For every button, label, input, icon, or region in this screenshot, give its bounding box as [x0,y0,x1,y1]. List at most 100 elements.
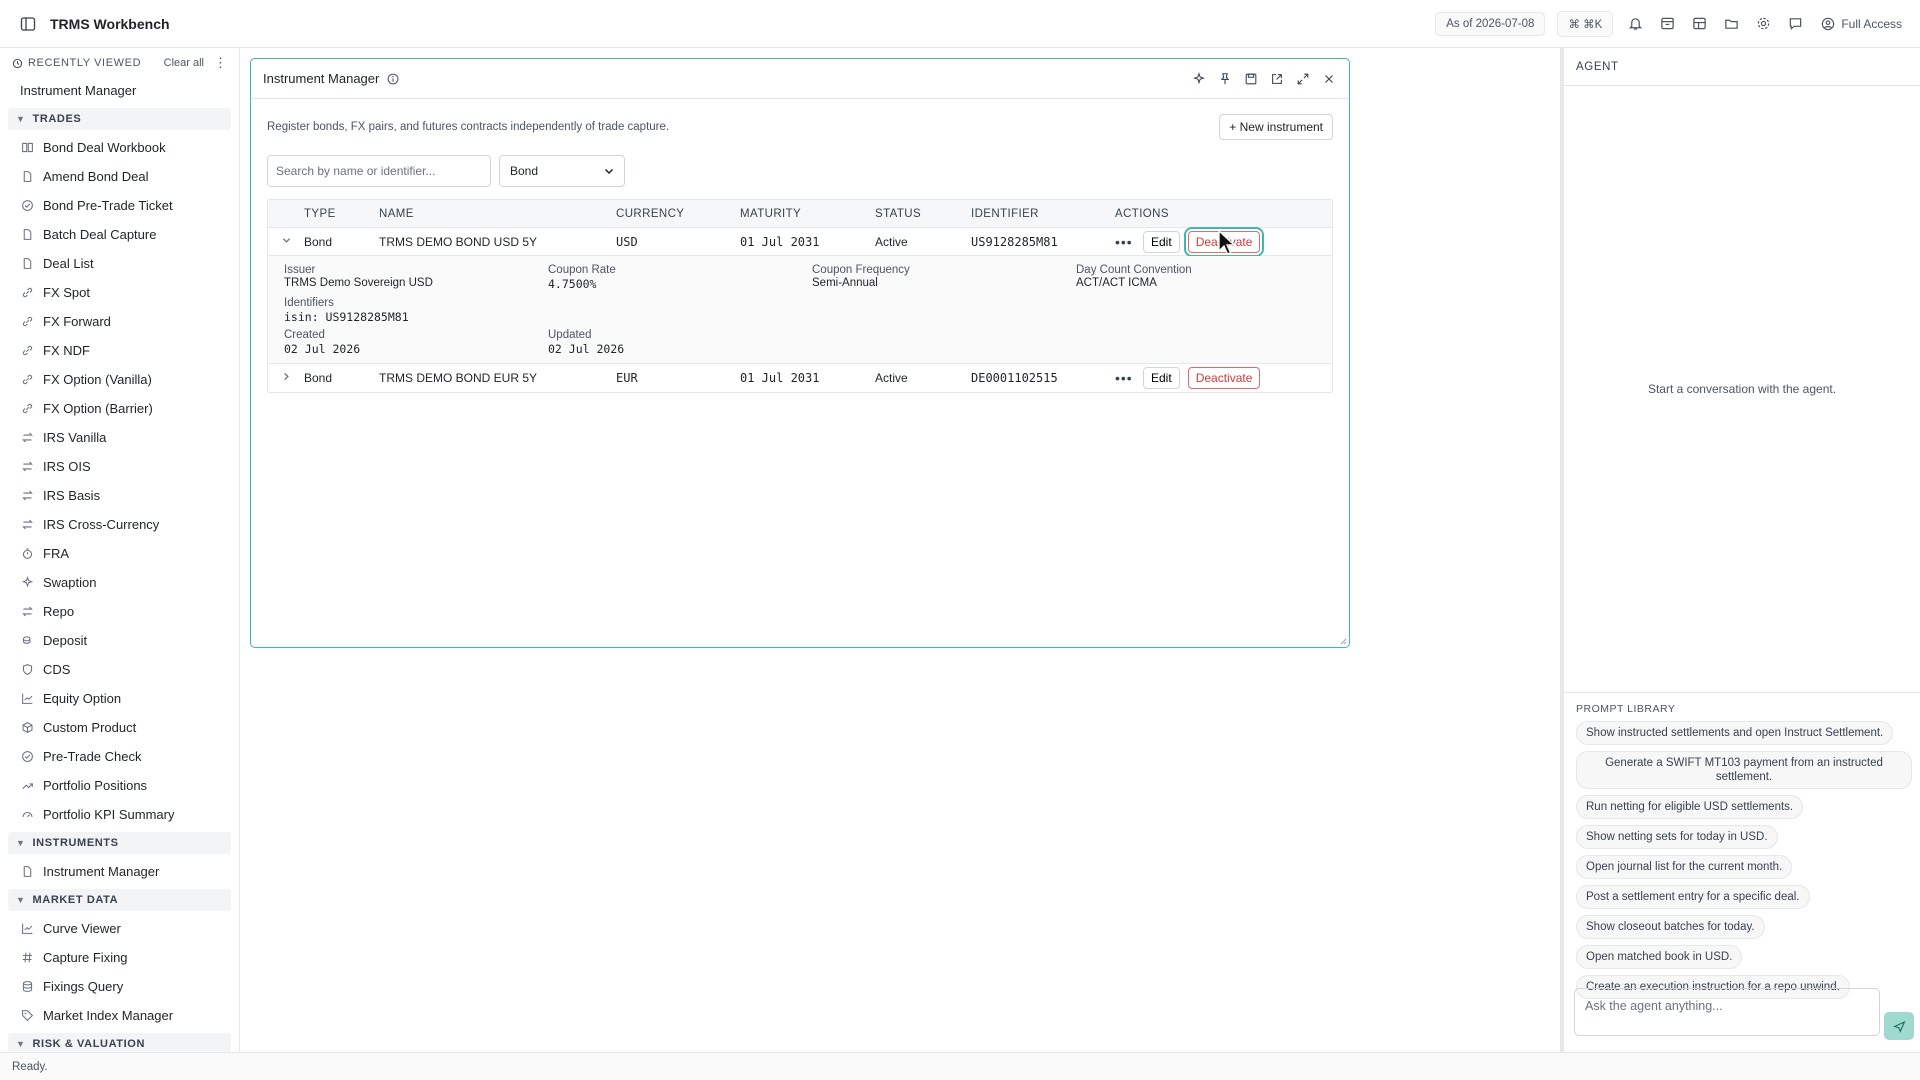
sidebar-item-bond-deal-workbook[interactable]: Bond Deal Workbook [0,133,239,162]
recent-item-instrument-manager[interactable]: Instrument Manager [0,76,239,105]
sidebar-item-fx-spot[interactable]: FX Spot [0,278,239,307]
sidebar-item-bond-pre-trade-ticket[interactable]: Bond Pre-Trade Ticket [0,191,239,220]
collapse-chevron-icon[interactable] [268,236,304,248]
archive-icon[interactable] [1657,14,1677,34]
deactivate-button[interactable]: Deactivate [1187,367,1261,389]
market-data-list: Curve Viewer Capture Fixing Fixings Query M… [0,914,239,1030]
sidebar-item-irs-vanilla[interactable]: IRS Vanilla [0,423,239,452]
sidebar-toggle-icon[interactable] [18,14,38,34]
sidebar-item-fx-option-vanilla[interactable]: FX Option (Vanilla) [0,365,239,394]
sidebar-item-instrument-manager[interactable]: Instrument Manager [0,857,239,886]
sidebar-item-swaption[interactable]: Swaption [0,568,239,597]
edit-button[interactable]: Edit [1143,230,1180,253]
sidebar-item-amend-bond-deal[interactable]: Amend Bond Deal [0,162,239,191]
detail-coupon-frequency: Coupon Frequency Semi-Annual [812,264,910,289]
col-currency[interactable]: CURRENCY [616,208,740,220]
detail-label: Coupon Frequency [812,264,910,276]
send-icon[interactable] [1884,1012,1914,1040]
sidebar-item-fixings-query[interactable]: Fixings Query [0,972,239,1001]
external-link-icon[interactable] [1269,71,1285,87]
prompt-chip[interactable]: Open matched book in USD. [1576,945,1743,969]
more-actions-icon[interactable]: ••• [1115,370,1132,386]
col-maturity[interactable]: MATURITY [740,208,875,220]
sidebar-item-market-index-manager[interactable]: Market Index Manager [0,1001,239,1030]
type-filter-select[interactable]: Bond [499,155,625,187]
new-instrument-button[interactable]: + New instrument [1219,114,1333,140]
clear-all-button[interactable]: Clear all [164,57,204,69]
sidebar-item-label: Batch Deal Capture [43,227,157,242]
sidebar-item-irs-basis[interactable]: IRS Basis [0,481,239,510]
cell-identifier: DE0001102515 [971,371,1058,385]
circle-check-icon [20,750,34,764]
sidebar-item-fx-ndf[interactable]: FX NDF [0,336,239,365]
sidebar-item-portfolio-positions[interactable]: Portfolio Positions [0,771,239,800]
chat-icon[interactable] [1785,14,1805,34]
resize-handle-icon[interactable] [1339,637,1347,645]
command-palette-button[interactable]: ⌘ ⌘K [1557,10,1614,37]
sidebar-item-label: Portfolio Positions [43,778,148,793]
trend-up-icon [20,779,34,793]
maximize-icon[interactable] [1295,71,1311,87]
search-input[interactable] [267,155,491,187]
prompt-chip[interactable]: Run netting for eligible USD settlements… [1576,795,1804,819]
sidebar-item-equity-option[interactable]: Equity Option [0,684,239,713]
sidebar-item-irs-cross-currency[interactable]: IRS Cross-Currency [0,510,239,539]
sidebar-item-capture-fixing[interactable]: Capture Fixing [0,943,239,972]
sidebar-item-label: CDS [43,662,71,677]
sidebar-item-portfolio-kpi-summary[interactable]: Portfolio KPI Summary [0,800,239,829]
access-level[interactable]: Full Access [1821,17,1902,31]
bell-icon[interactable] [1625,14,1645,34]
layout-icon[interactable] [1689,14,1709,34]
col-type[interactable]: TYPE [304,208,379,220]
col-status[interactable]: STATUS [875,208,971,220]
close-icon[interactable] [1321,71,1337,87]
sidebar-item-curve-viewer[interactable]: Curve Viewer [0,914,239,943]
agent-input[interactable]: Ask the agent anything... [1574,988,1880,1036]
sidebar-item-cds[interactable]: CDS [0,655,239,684]
detail-label: Coupon Rate [548,264,616,276]
as-of-date[interactable]: As of 2026-07-08 [1435,11,1546,36]
folder-icon[interactable] [1721,14,1741,34]
col-actions: ACTIONS [1115,207,1169,220]
sidebar-item-pre-trade-check[interactable]: Pre-Trade Check [0,742,239,771]
save-icon[interactable] [1243,71,1259,87]
sparkle-icon[interactable] [1191,71,1207,87]
section-trades[interactable]: ▼ TRADES [8,108,231,130]
sidebar-item-fx-forward[interactable]: FX Forward [0,307,239,336]
coins-icon [20,634,34,648]
edit-button[interactable]: Edit [1143,367,1180,389]
sidebar-item-fra[interactable]: FRA [0,539,239,568]
sparkle-icon [20,576,34,590]
col-identifier[interactable]: IDENTIFIER [971,208,1115,220]
section-instruments[interactable]: ▼ INSTRUMENTS [8,832,231,854]
expand-chevron-icon[interactable] [268,372,304,384]
prompt-chip[interactable]: Show netting sets for today in USD. [1576,825,1778,849]
sidebar-item-irs-ois[interactable]: IRS OIS [0,452,239,481]
prompt-chip[interactable]: Post a settlement entry for a specific d… [1576,885,1810,909]
more-actions-icon[interactable]: ••• [1115,234,1132,250]
kebab-menu-icon[interactable]: ⋮ [214,55,227,71]
sidebar-item-batch-deal-capture[interactable]: Batch Deal Capture [0,220,239,249]
pin-icon[interactable] [1217,71,1233,87]
sidebar-item-deal-list[interactable]: Deal List [0,249,239,278]
section-market-data[interactable]: ▼ MARKET DATA [8,889,231,911]
prompt-chip[interactable]: Show instructed settlements and open Ins… [1576,721,1894,745]
prompt-chip[interactable]: Show closeout batches for today. [1576,915,1765,939]
sidebar-item-deposit[interactable]: Deposit [0,626,239,655]
prompt-chip[interactable]: Open journal list for the current month. [1576,855,1793,879]
table-row[interactable]: Bond TRMS DEMO BOND EUR 5Y EUR 01 Jul 20… [268,364,1332,392]
info-icon[interactable] [387,73,399,85]
sidebar-item-custom-product[interactable]: Custom Product [0,713,239,742]
section-label: INSTRUMENTS [32,837,119,849]
cell-currency: USD [616,234,638,249]
gear-icon[interactable] [1753,14,1773,34]
prompt-chip[interactable]: Generate a SWIFT MT103 payment from an i… [1576,751,1912,789]
sidebar-item-repo[interactable]: Repo [0,597,239,626]
swap-icon [20,489,34,503]
sidebar-item-label: Market Index Manager [43,1008,174,1023]
top-bar: TRMS Workbench As of 2026-07-08 ⌘ ⌘K Ful… [0,0,1920,48]
table-row[interactable]: Bond TRMS DEMO BOND USD 5Y USD 01 Jul 20… [268,228,1332,256]
col-name[interactable]: NAME [379,208,616,220]
section-risk-valuation[interactable]: ▼ RISK & VALUATION [8,1033,231,1052]
sidebar-item-fx-option-barrier[interactable]: FX Option (Barrier) [0,394,239,423]
